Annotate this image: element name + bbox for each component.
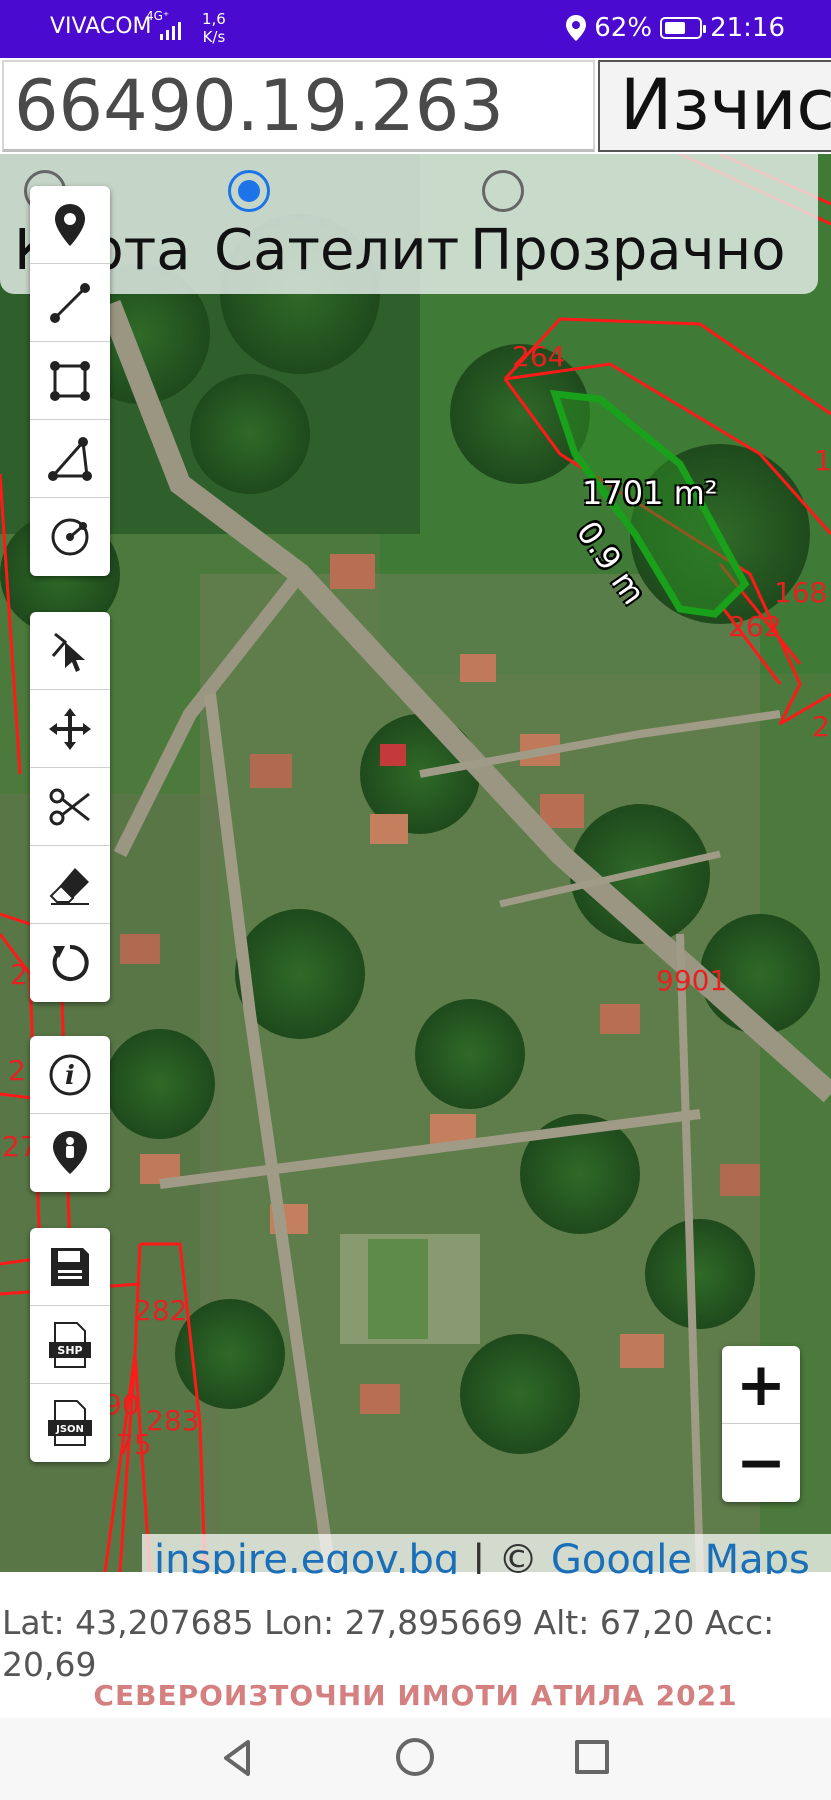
- speed-value: 1,6: [202, 10, 226, 28]
- svg-text:JSON: JSON: [55, 1424, 84, 1435]
- layer-label-transparent[interactable]: Прозрачно: [470, 218, 786, 283]
- layer-selector: Карта Сателит Прозрачно: [0, 154, 818, 294]
- select-pointer-icon: [51, 632, 85, 672]
- select-tool-button[interactable]: [30, 612, 110, 690]
- circle-icon: [51, 518, 89, 556]
- edit-tools: [30, 612, 110, 1002]
- eraser-icon: [49, 867, 89, 905]
- marker-tool-button[interactable]: [30, 186, 110, 264]
- battery-percent: 62%: [594, 13, 653, 43]
- parcel-label: 75: [116, 1428, 152, 1461]
- zoom-out-button[interactable]: −: [722, 1424, 800, 1502]
- info-icon: i: [49, 1054, 91, 1095]
- radio-transparent[interactable]: [482, 170, 524, 212]
- undo-icon: [52, 944, 89, 981]
- map-view[interactable]: 264 168 262 9901 272 279 282 283 90 75 1…: [0, 154, 831, 1572]
- parcel-label: 2: [8, 1054, 26, 1087]
- my-location-button[interactable]: [30, 1114, 110, 1192]
- status-right: 62% 21:16: [566, 13, 785, 43]
- signal-icon: [160, 22, 181, 40]
- svg-text:i: i: [65, 1061, 75, 1091]
- search-row: 66490.19.263 Изчис: [0, 58, 831, 154]
- system-nav-bar: [0, 1718, 831, 1800]
- undo-tool-button[interactable]: [30, 924, 110, 1002]
- zoom-controls: + −: [722, 1346, 800, 1502]
- speed-unit: K/s: [202, 28, 226, 46]
- person-location-icon: [53, 1131, 87, 1174]
- circle-tool-button[interactable]: [30, 498, 110, 576]
- polygon-tool-button[interactable]: [30, 342, 110, 420]
- save-icon: [51, 1247, 89, 1286]
- carrier-name: VIVACOM: [50, 14, 152, 39]
- move-tool-button[interactable]: [30, 690, 110, 768]
- satellite-imagery: [0, 154, 831, 1572]
- recent-apps-icon[interactable]: [575, 1740, 609, 1774]
- status-bar: VIVACOM 4G⁺ 1,6 K/s 62% 21:16: [0, 0, 831, 58]
- export-json-button[interactable]: JSON: [30, 1384, 110, 1462]
- radio-satellite[interactable]: [228, 170, 270, 212]
- attribution-separator: | ©: [459, 1537, 551, 1574]
- location-pin-icon: [566, 15, 587, 41]
- area-label: 1701 m²: [582, 474, 718, 512]
- export-tools: SHP JSON: [30, 1228, 110, 1462]
- zoom-in-button[interactable]: +: [722, 1346, 800, 1424]
- parcel-label: 262: [728, 610, 782, 643]
- map-attribution: inspire.egov.bg | © Google Maps: [142, 1534, 831, 1574]
- eraser-tool-button[interactable]: [30, 846, 110, 924]
- parcel-label: 1: [814, 444, 831, 477]
- network-speed: 1,6 K/s: [202, 10, 226, 46]
- angle-tool-button[interactable]: [30, 420, 110, 498]
- marker-icon: [55, 203, 85, 246]
- parcel-label: 264: [512, 340, 566, 373]
- attribution-link-inspire[interactable]: inspire.egov.bg: [154, 1537, 459, 1574]
- parcel-id-input[interactable]: 66490.19.263: [2, 60, 595, 152]
- info-button[interactable]: i: [30, 1036, 110, 1114]
- attribution-link-google[interactable]: Google Maps: [551, 1537, 810, 1574]
- cut-tool-button[interactable]: [30, 768, 110, 846]
- parcel-label: 2: [812, 710, 830, 743]
- save-button[interactable]: [30, 1228, 110, 1306]
- export-shp-button[interactable]: SHP: [30, 1306, 110, 1384]
- back-icon[interactable]: [218, 1738, 258, 1778]
- home-icon[interactable]: [396, 1738, 434, 1776]
- polygon-icon: [50, 360, 90, 401]
- json-file-icon: JSON: [48, 1400, 92, 1446]
- parcel-label: 9901: [656, 964, 728, 997]
- line-tool-button[interactable]: [30, 264, 110, 342]
- svg-text:SHP: SHP: [57, 1344, 82, 1357]
- scissors-icon: [49, 788, 90, 825]
- clock: 21:16: [710, 13, 785, 43]
- line-icon: [50, 282, 90, 323]
- angle-icon: [48, 436, 92, 481]
- battery-icon: [660, 17, 707, 39]
- info-tools: i: [30, 1036, 110, 1192]
- parcel-label: 282: [134, 1294, 188, 1327]
- layer-label-satellite[interactable]: Сателит: [214, 218, 459, 283]
- draw-tools: [30, 186, 110, 576]
- app-brand: СЕВЕРОИЗТОЧНИ ИМОТИ АТИЛА 2021: [93, 1679, 738, 1712]
- shp-file-icon: SHP: [49, 1321, 91, 1368]
- move-icon: [49, 707, 91, 750]
- parcel-label: 283: [146, 1404, 200, 1437]
- location-readout: Lat: 43,207685 Lon: 27,895669 Alt: 67,20…: [2, 1603, 775, 1684]
- parcel-label: 168: [774, 576, 828, 609]
- calculate-button[interactable]: Изчис: [598, 60, 831, 152]
